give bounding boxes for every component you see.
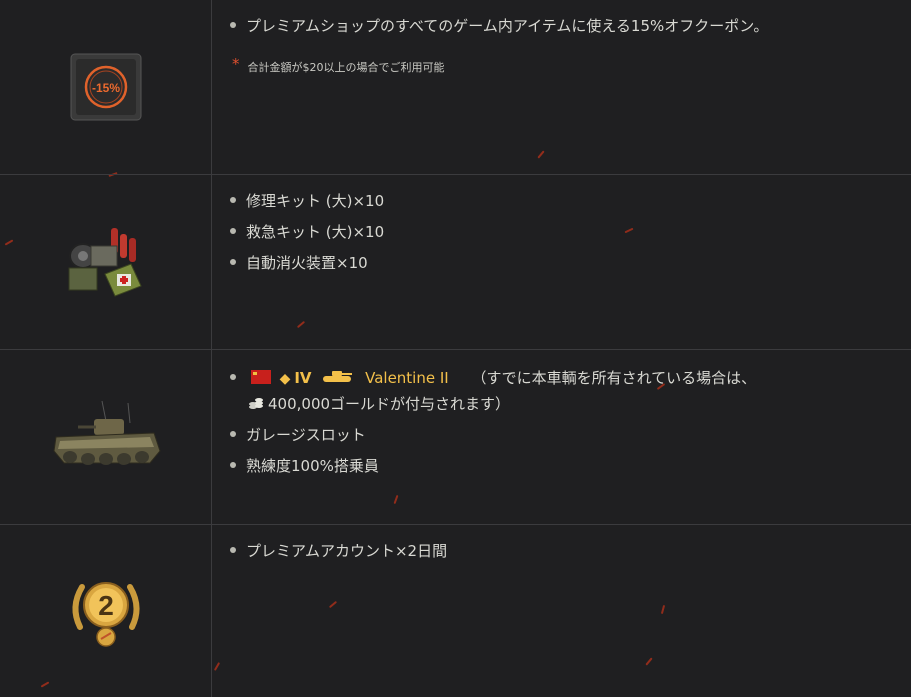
reward-row-consumables: 修理キット (大)×10 救急キット (大)×10 自動消火装置×10 — [0, 175, 911, 350]
reward-icon-cell: -15% — [0, 0, 212, 174]
list-item: ガレージスロット — [230, 425, 366, 445]
item-text: 自動消火装置×10 — [246, 254, 368, 272]
list-item: 救急キット (大)×10 — [230, 222, 384, 242]
item-text: プレミアムアカウント×2日間 — [246, 542, 448, 560]
reward-row-coupon: -15% プレミアムショップのすべてのゲーム内アイテムに使える15%オフクーポン… — [0, 0, 911, 175]
list-item: プレミアムショップのすべてのゲーム内アイテムに使える15%オフクーポン。 — [230, 16, 768, 36]
list-item: 自動消火装置×10 — [230, 253, 368, 273]
list-item: 修理キット (大)×10 — [230, 191, 384, 211]
compensation-prefix: （すでに本車輌を所有されている場合は、 — [471, 369, 757, 387]
list-item-vehicle: ◆ IV Valentine II （すでに本車輌を所有されている場合は、 — [230, 368, 756, 389]
reward-content-cell: 修理キット (大)×10 救急キット (大)×10 自動消火装置×10 — [212, 175, 911, 349]
gold-coins-icon — [249, 397, 263, 409]
bullet-icon — [230, 430, 236, 437]
reward-row-vehicle: ◆ IV Valentine II （すでに本車輌を所有されている場合は、 400… — [0, 350, 911, 525]
bullet-icon — [230, 227, 236, 234]
badge-number: 2 — [98, 590, 114, 621]
compensation-line: 400,000ゴールドが付与されます） — [248, 394, 510, 414]
reward-row-premium: 2 プレミアムアカウント×2日間 — [0, 525, 911, 697]
bullet-icon — [230, 196, 236, 203]
ussr-flag-icon — [250, 369, 271, 384]
consumables-icon — [68, 228, 142, 297]
item-text: 熟練度100%搭乗員 — [246, 457, 379, 475]
bullet-icon — [230, 373, 236, 380]
vehicle-name: Valentine II — [365, 369, 449, 387]
item-text: 修理キット (大)×10 — [246, 192, 385, 210]
list-item: 熟練度100%搭乗員 — [230, 456, 379, 476]
reward-content-cell: ◆ IV Valentine II （すでに本車輌を所有されている場合は、 400… — [212, 350, 911, 524]
note-text: 合計金額が$20以上の場合でご利用可能 — [247, 61, 445, 74]
bullet-icon — [230, 21, 236, 28]
item-text: ガレージスロット — [246, 426, 366, 444]
bullet-icon — [230, 461, 236, 468]
premium-2-days-icon: 2 — [72, 582, 139, 647]
bullet-icon — [230, 258, 236, 265]
tier-label: IV — [294, 369, 312, 387]
asterisk-icon: * — [232, 55, 240, 73]
rewards-table: -15% プレミアムショップのすべてのゲーム内アイテムに使える15%オフクーポン… — [0, 0, 911, 697]
reward-icon-cell: 2 — [0, 525, 212, 697]
list-item: プレミアムアカウント×2日間 — [230, 541, 447, 561]
tank-silhouette-icon — [323, 370, 353, 382]
reward-content-cell: プレミアムショップのすべてのゲーム内アイテムに使える15%オフクーポン。 * 合計… — [212, 0, 911, 174]
bullet-icon — [230, 546, 236, 553]
item-text: プレミアムショップのすべてのゲーム内アイテムに使える15%オフクーポン。 — [246, 17, 769, 35]
tank-icon — [52, 400, 161, 465]
coupon-label: -15% — [91, 81, 119, 95]
compensation-amount: 400,000ゴールドが付与されます） — [268, 395, 511, 413]
coupon-15-icon: -15% — [70, 53, 141, 121]
reward-icon-cell — [0, 175, 212, 349]
coupon-condition-note: * 合計金額が$20以上の場合でご利用可能 — [232, 55, 445, 77]
reward-icon-cell — [0, 350, 212, 524]
reward-content-cell: プレミアムアカウント×2日間 — [212, 525, 911, 697]
item-text: 救急キット (大)×10 — [246, 223, 385, 241]
light-tank-diamond-icon: ◆ — [279, 371, 291, 387]
